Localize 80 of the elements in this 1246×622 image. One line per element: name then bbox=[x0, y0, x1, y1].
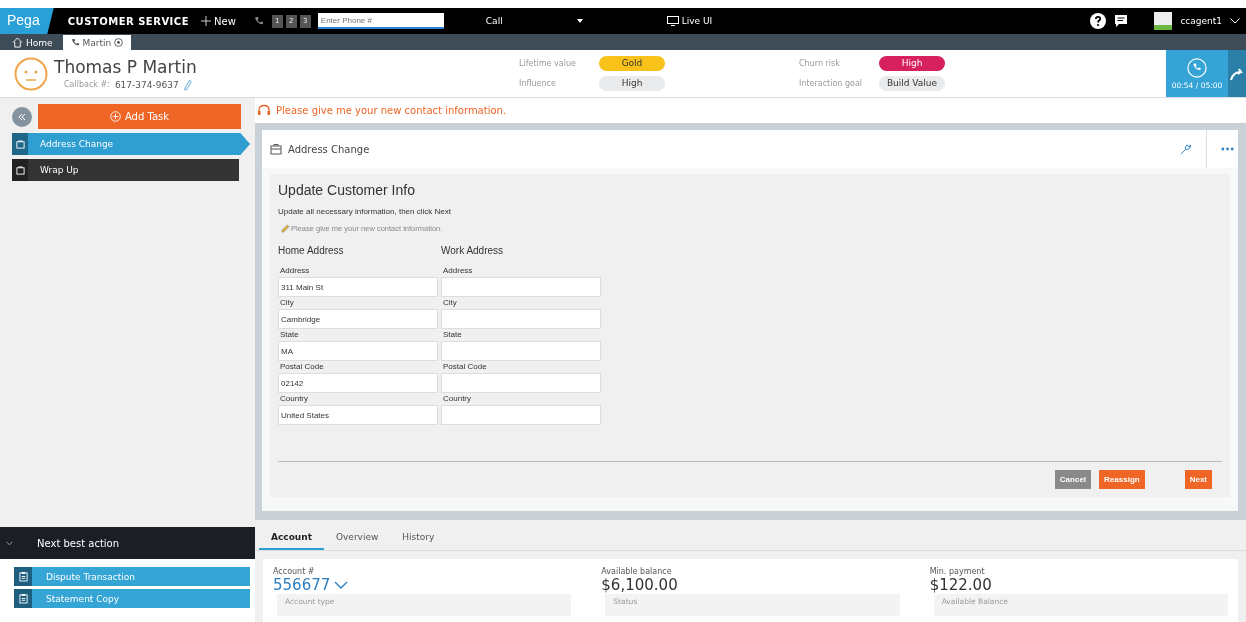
field-label: State bbox=[442, 329, 463, 341]
user-menu[interactable]: ccagent1 bbox=[1180, 16, 1222, 26]
section-title: Next best action bbox=[37, 537, 120, 549]
input-field[interactable] bbox=[441, 277, 601, 297]
input-field[interactable]: 311 Main St bbox=[278, 277, 438, 297]
briefcase-icon bbox=[15, 165, 25, 175]
customer-name: Thomas P Martin bbox=[54, 56, 198, 77]
attribute-badge: Gold bbox=[599, 56, 665, 71]
monitor-icon bbox=[666, 16, 679, 26]
field-label: Postal Code bbox=[279, 361, 325, 373]
account-label: Available balance bbox=[601, 567, 673, 576]
attribute-label: Lifetime value bbox=[519, 59, 577, 68]
account-value[interactable]: 556677 bbox=[273, 576, 331, 594]
field-label: Postal Code bbox=[442, 361, 488, 373]
attribute-label: Interaction goal bbox=[799, 79, 864, 88]
callback-label: Callback #: bbox=[64, 80, 110, 89]
new-button[interactable]: New bbox=[197, 15, 240, 27]
field-label: Address bbox=[279, 265, 311, 277]
field-label: Country bbox=[442, 393, 472, 405]
headset-icon bbox=[257, 103, 271, 118]
field-label: City bbox=[442, 297, 458, 309]
input-field[interactable] bbox=[441, 373, 601, 393]
collapse-button[interactable] bbox=[12, 106, 32, 127]
attribute-label: Churn risk bbox=[799, 59, 841, 68]
caret-icon[interactable] bbox=[576, 19, 583, 23]
section-heading: Home Address bbox=[278, 245, 345, 256]
field-label: City bbox=[279, 297, 295, 309]
plus-circle-icon bbox=[109, 111, 121, 122]
attribute-label: Influence bbox=[519, 79, 557, 88]
pencil-icon[interactable] bbox=[183, 78, 192, 91]
account-value: $6,100.00 bbox=[601, 576, 678, 594]
input-field[interactable] bbox=[441, 405, 601, 425]
section-heading: Work Address bbox=[441, 245, 505, 256]
clipboard-icon bbox=[18, 593, 28, 604]
case-title: Address Change bbox=[288, 143, 370, 155]
double-chevron-icon bbox=[17, 111, 27, 122]
tab[interactable]: History bbox=[390, 532, 447, 550]
phone-icon bbox=[70, 38, 80, 47]
neutral-face-icon bbox=[14, 56, 48, 91]
user-avatar[interactable] bbox=[1154, 12, 1173, 30]
app-title: CUSTOMER SERVICE bbox=[67, 15, 189, 27]
live-ui-button[interactable]: Live UI bbox=[660, 15, 719, 27]
field-label: Country bbox=[279, 393, 309, 405]
tab[interactable]: Overview bbox=[323, 532, 391, 550]
account-label: Account # bbox=[273, 567, 316, 576]
account-label: Min. payment bbox=[929, 567, 986, 576]
field-label: Address bbox=[442, 265, 474, 277]
callback-number: 617-374-9637 bbox=[114, 79, 179, 90]
form-title: Update Customer Info bbox=[278, 182, 416, 198]
plus-icon bbox=[201, 16, 211, 26]
call-button[interactable]: Call bbox=[479, 15, 509, 27]
clipboard-icon bbox=[18, 571, 28, 582]
input-field[interactable] bbox=[441, 341, 601, 361]
help-icon[interactable] bbox=[1090, 13, 1107, 29]
script-text: Please give me your new contact information. bbox=[276, 105, 507, 116]
phone-field[interactable]: Enter Phone # bbox=[317, 13, 444, 29]
phone-icon bbox=[1187, 57, 1207, 78]
input-field[interactable]: United States bbox=[278, 405, 438, 425]
task-item[interactable]: Wrap Up bbox=[12, 159, 239, 181]
tab[interactable]: Martin bbox=[62, 35, 132, 50]
home-icon bbox=[12, 37, 23, 48]
input-field[interactable]: MA bbox=[278, 341, 438, 361]
input-field[interactable] bbox=[441, 309, 601, 329]
arrow-icon bbox=[1230, 66, 1244, 81]
phone-icon bbox=[253, 16, 264, 26]
transfer-button[interactable] bbox=[1228, 50, 1246, 97]
chat-icon[interactable] bbox=[1114, 14, 1129, 28]
input-field[interactable]: 02142 bbox=[278, 373, 438, 393]
input-field[interactable]: Cambridge bbox=[278, 309, 438, 329]
pencil-icon bbox=[281, 224, 290, 233]
briefcase-icon bbox=[15, 139, 25, 149]
attribute-badge: High bbox=[879, 56, 945, 71]
tab[interactable]: Account bbox=[259, 532, 324, 550]
briefcase-icon bbox=[270, 143, 282, 155]
field-label: State bbox=[279, 329, 300, 341]
attribute-badge: Build Value bbox=[879, 76, 945, 91]
instruction-text: Update all necessary information, then click Next bbox=[278, 207, 452, 216]
attribute-badge: High bbox=[599, 76, 665, 91]
account-value: $122.00 bbox=[929, 576, 992, 594]
more-icon[interactable] bbox=[1221, 147, 1234, 151]
